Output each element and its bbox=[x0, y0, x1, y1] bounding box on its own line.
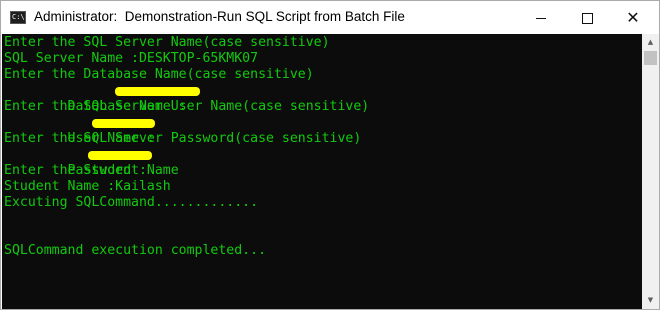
maximize-icon bbox=[581, 13, 593, 24]
console-line: User Name : bbox=[4, 115, 369, 146]
console-line: Enter the Student Name bbox=[4, 163, 179, 178]
redaction-highlight bbox=[92, 119, 155, 128]
console-lines: Enter the SQL Server Name(case sensitive… bbox=[4, 35, 369, 259]
minimize-button[interactable] bbox=[518, 1, 564, 34]
console-line: Excuting SQLCommand............. bbox=[4, 195, 259, 210]
cmd-icon[interactable]: C:\. bbox=[10, 11, 26, 24]
console-line: Student Name :Kailash bbox=[4, 179, 171, 194]
console-line: Enter the SQL Server Password(case sensi… bbox=[4, 131, 362, 146]
redaction-highlight bbox=[115, 87, 200, 96]
redaction-highlight bbox=[88, 151, 152, 160]
console-output[interactable]: Enter the SQL Server Name(case sensitive… bbox=[2, 34, 642, 309]
minimize-icon bbox=[536, 18, 546, 19]
console-line: Enter the Database Name(case sensitive) bbox=[4, 67, 314, 82]
console-line: Database Name : bbox=[4, 83, 369, 114]
title-bar[interactable]: C:\. Administrator: Demonstration-Run SQ… bbox=[1, 1, 659, 34]
console-line: SQLCommand execution completed... bbox=[4, 243, 267, 258]
console-line: Enter the SQL Server User Name(case sens… bbox=[4, 99, 370, 114]
scroll-down-arrow-icon[interactable]: ▼ bbox=[642, 292, 659, 309]
close-button[interactable]: ✕ bbox=[610, 1, 656, 34]
maximize-button[interactable] bbox=[564, 1, 610, 34]
console-line: Enter the SQL Server Name(case sensitive… bbox=[4, 35, 330, 50]
vertical-scrollbar[interactable]: ▲ ▼ bbox=[642, 34, 659, 309]
window-title: Administrator: Demonstration-Run SQL Scr… bbox=[34, 9, 405, 24]
close-icon: ✕ bbox=[626, 8, 640, 27]
scroll-up-arrow-icon[interactable]: ▲ bbox=[642, 34, 659, 51]
console-line: SQL Server Name :DESKTOP-65KMK07 bbox=[4, 51, 259, 66]
console-line: Password : bbox=[4, 147, 369, 178]
scrollbar-thumb[interactable] bbox=[644, 51, 657, 65]
console-window: C:\. Administrator: Demonstration-Run SQ… bbox=[0, 0, 660, 310]
